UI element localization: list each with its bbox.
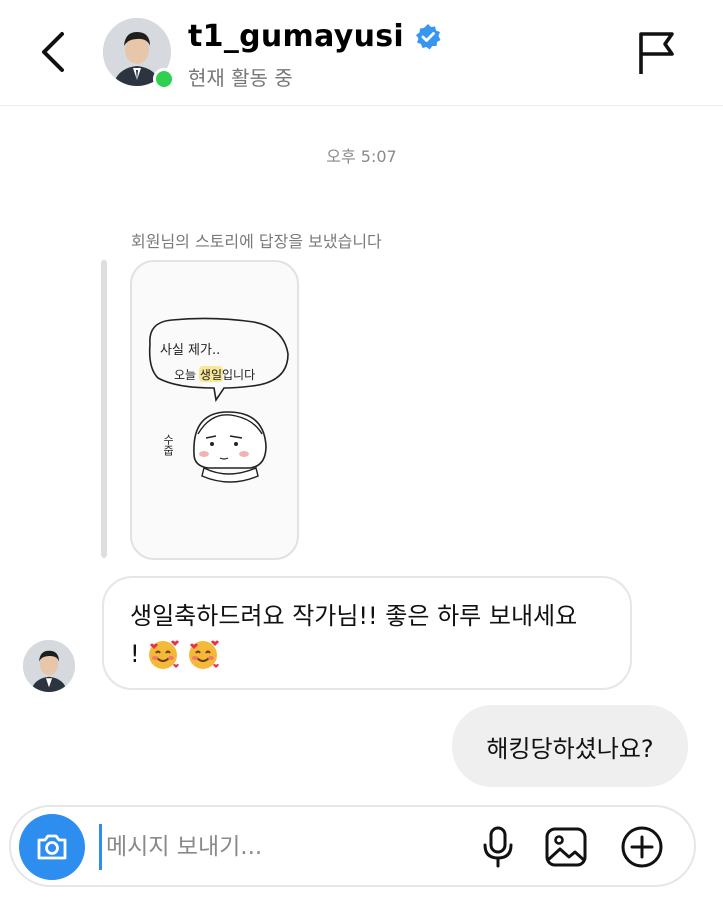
add-content-button[interactable] <box>619 824 665 870</box>
story-reply-bar <box>101 260 107 558</box>
smiling-face-with-hearts-icon <box>149 640 180 669</box>
chevron-left-icon <box>42 32 64 72</box>
smiling-face-with-hearts-icon <box>188 640 219 669</box>
story-thumbnail[interactable]: 사실 제가.. 오늘 생일입니다 수줍 <box>130 260 299 560</box>
story-reply-caption: 회원님의 스토리에 답장을 보냈습니다 <box>131 232 382 251</box>
incoming-message[interactable]: 생일축하드려요 작가님!! 좋은 하루 보내세요 ! <box>102 576 632 690</box>
story-text-line2: 오늘 생일입니다 <box>174 368 255 382</box>
microphone-icon <box>483 826 513 868</box>
username-row[interactable]: t1_gumayusi <box>188 19 442 54</box>
image-icon <box>545 827 587 867</box>
message-text: 해킹당하셨나요? <box>486 734 654 763</box>
message-input[interactable] <box>99 824 459 870</box>
back-button[interactable] <box>30 24 76 80</box>
message-text-line2: ! <box>130 640 140 668</box>
flag-icon <box>639 32 674 74</box>
verified-badge-icon <box>415 23 441 49</box>
story-drawing: 사실 제가.. 오늘 생일입니다 수줍 <box>148 317 289 483</box>
camera-button[interactable] <box>19 814 85 880</box>
gallery-button[interactable] <box>543 824 589 870</box>
outgoing-message[interactable]: 해킹당하셨나요? <box>452 705 688 787</box>
story-side-text: 수줍 <box>162 434 175 456</box>
activity-status: 현재 활동 중 <box>188 66 293 90</box>
dm-thread: t1_gumayusi 현재 활동 중 오후 5:07 회원님의 스토리에 답장… <box>0 0 723 899</box>
message-timestamp: 오후 5:07 <box>326 147 397 166</box>
add-circle-icon <box>621 826 663 868</box>
username[interactable]: t1_gumayusi <box>188 19 404 54</box>
camera-icon <box>37 834 67 860</box>
message-composer <box>9 805 696 887</box>
report-button[interactable] <box>634 30 680 76</box>
message-text: 생일축하드려요 작가님!! 좋은 하루 보내세요 <box>130 602 578 630</box>
chat-header: t1_gumayusi 현재 활동 중 <box>0 0 723 106</box>
voice-message-button[interactable] <box>475 824 521 870</box>
story-text-line1: 사실 제가.. <box>160 343 220 358</box>
sender-avatar[interactable] <box>23 640 75 692</box>
profile-avatar[interactable] <box>103 18 175 90</box>
online-indicator <box>153 68 175 90</box>
